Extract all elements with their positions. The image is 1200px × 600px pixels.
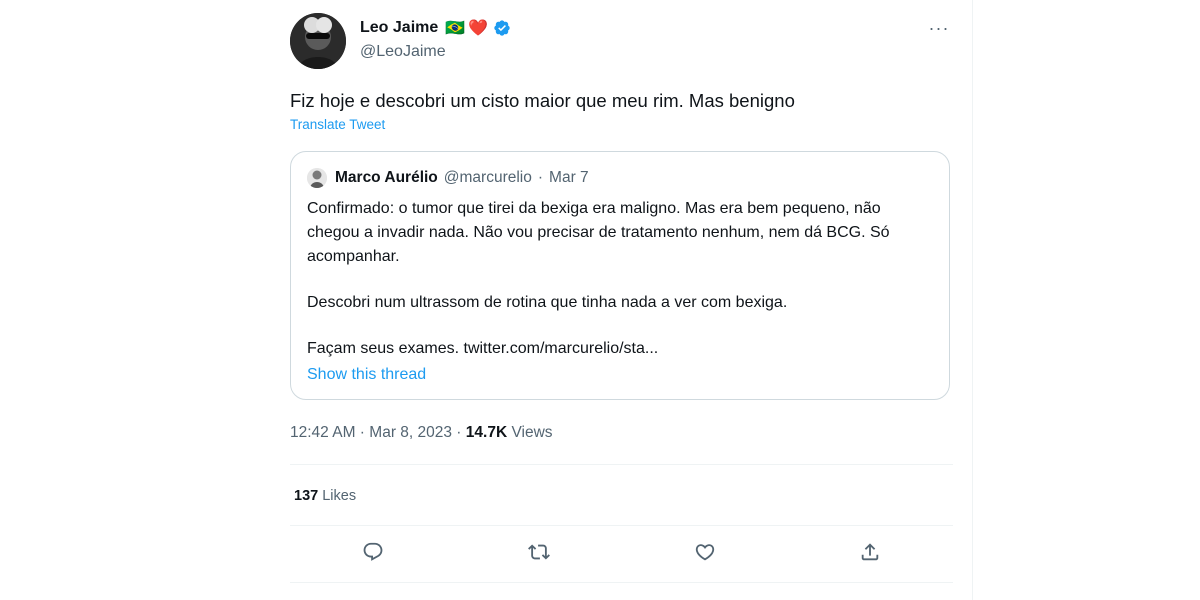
quoted-tweet-card[interactable]: Marco Aurélio @marcurelio · Mar 7 Confir… [290, 151, 950, 400]
quoted-tweet-date[interactable]: Mar 7 [549, 169, 589, 187]
meta-separator: · [452, 424, 466, 441]
reply-icon [362, 541, 384, 568]
author-name-row[interactable]: Leo Jaime 🇧🇷 ❤️ [360, 18, 511, 38]
tweet: Leo Jaime 🇧🇷 ❤️ @LeoJaime ··· Fiz hoje e… [290, 0, 953, 600]
quoted-author-name[interactable]: Marco Aurélio [335, 169, 438, 187]
tweet-date[interactable]: Mar 8, 2023 [369, 424, 452, 441]
divider [290, 582, 953, 583]
quoted-author-handle[interactable]: @marcurelio [444, 169, 532, 187]
likes-count: 137 [294, 488, 319, 504]
quoted-author-avatar[interactable] [307, 168, 327, 188]
views-label: Views [511, 424, 553, 441]
likes-row[interactable]: 137 Likes [294, 488, 356, 504]
show-thread-link[interactable]: Show this thread [307, 366, 426, 384]
views-count: 14.7K [465, 424, 508, 441]
tweet-actions-bar [290, 530, 953, 580]
translate-tweet-link[interactable]: Translate Tweet [290, 117, 385, 132]
author-name[interactable]: Leo Jaime [360, 19, 438, 37]
quoted-separator: · [537, 169, 544, 186]
retweet-icon [528, 541, 550, 568]
heart-icon [694, 541, 716, 568]
reply-button[interactable] [361, 542, 385, 566]
quoted-tweet-header: Marco Aurélio @marcurelio · Mar 7 [307, 168, 589, 188]
red-heart-icon: ❤️ [468, 20, 489, 37]
author-handle[interactable]: @LeoJaime [360, 43, 446, 61]
brazil-flag-icon: 🇧🇷 [445, 20, 466, 37]
likes-label: Likes [322, 488, 357, 504]
tweet-meta: 12:42 AM · Mar 8, 2023 · 14.7K Views [290, 424, 553, 442]
retweet-button[interactable] [527, 542, 551, 566]
quoted-paragraph: Confirmado: o tumor que tirei da bexiga … [307, 200, 890, 265]
quoted-paragraph: Façam seus exames. twitter.com/marcureli… [307, 340, 659, 357]
column-divider [972, 0, 973, 600]
author-avatar[interactable] [290, 13, 346, 69]
like-button[interactable] [693, 542, 717, 566]
verified-badge-icon [493, 19, 511, 37]
divider [290, 525, 953, 526]
quoted-paragraph: Descobri num ultrassom de rotina que tin… [307, 294, 788, 311]
share-button[interactable] [858, 542, 882, 566]
more-horizontal-icon: ··· [928, 17, 950, 38]
tweet-time[interactable]: 12:42 AM [290, 424, 356, 441]
more-options-button[interactable]: ··· [927, 18, 951, 38]
divider [290, 464, 953, 465]
tweet-text: Fiz hoje e descobri um cisto maior que m… [290, 90, 795, 111]
quoted-tweet-body: Confirmado: o tumor que tirei da bexiga … [307, 197, 937, 361]
meta-separator: · [355, 424, 370, 441]
share-icon [859, 541, 881, 568]
